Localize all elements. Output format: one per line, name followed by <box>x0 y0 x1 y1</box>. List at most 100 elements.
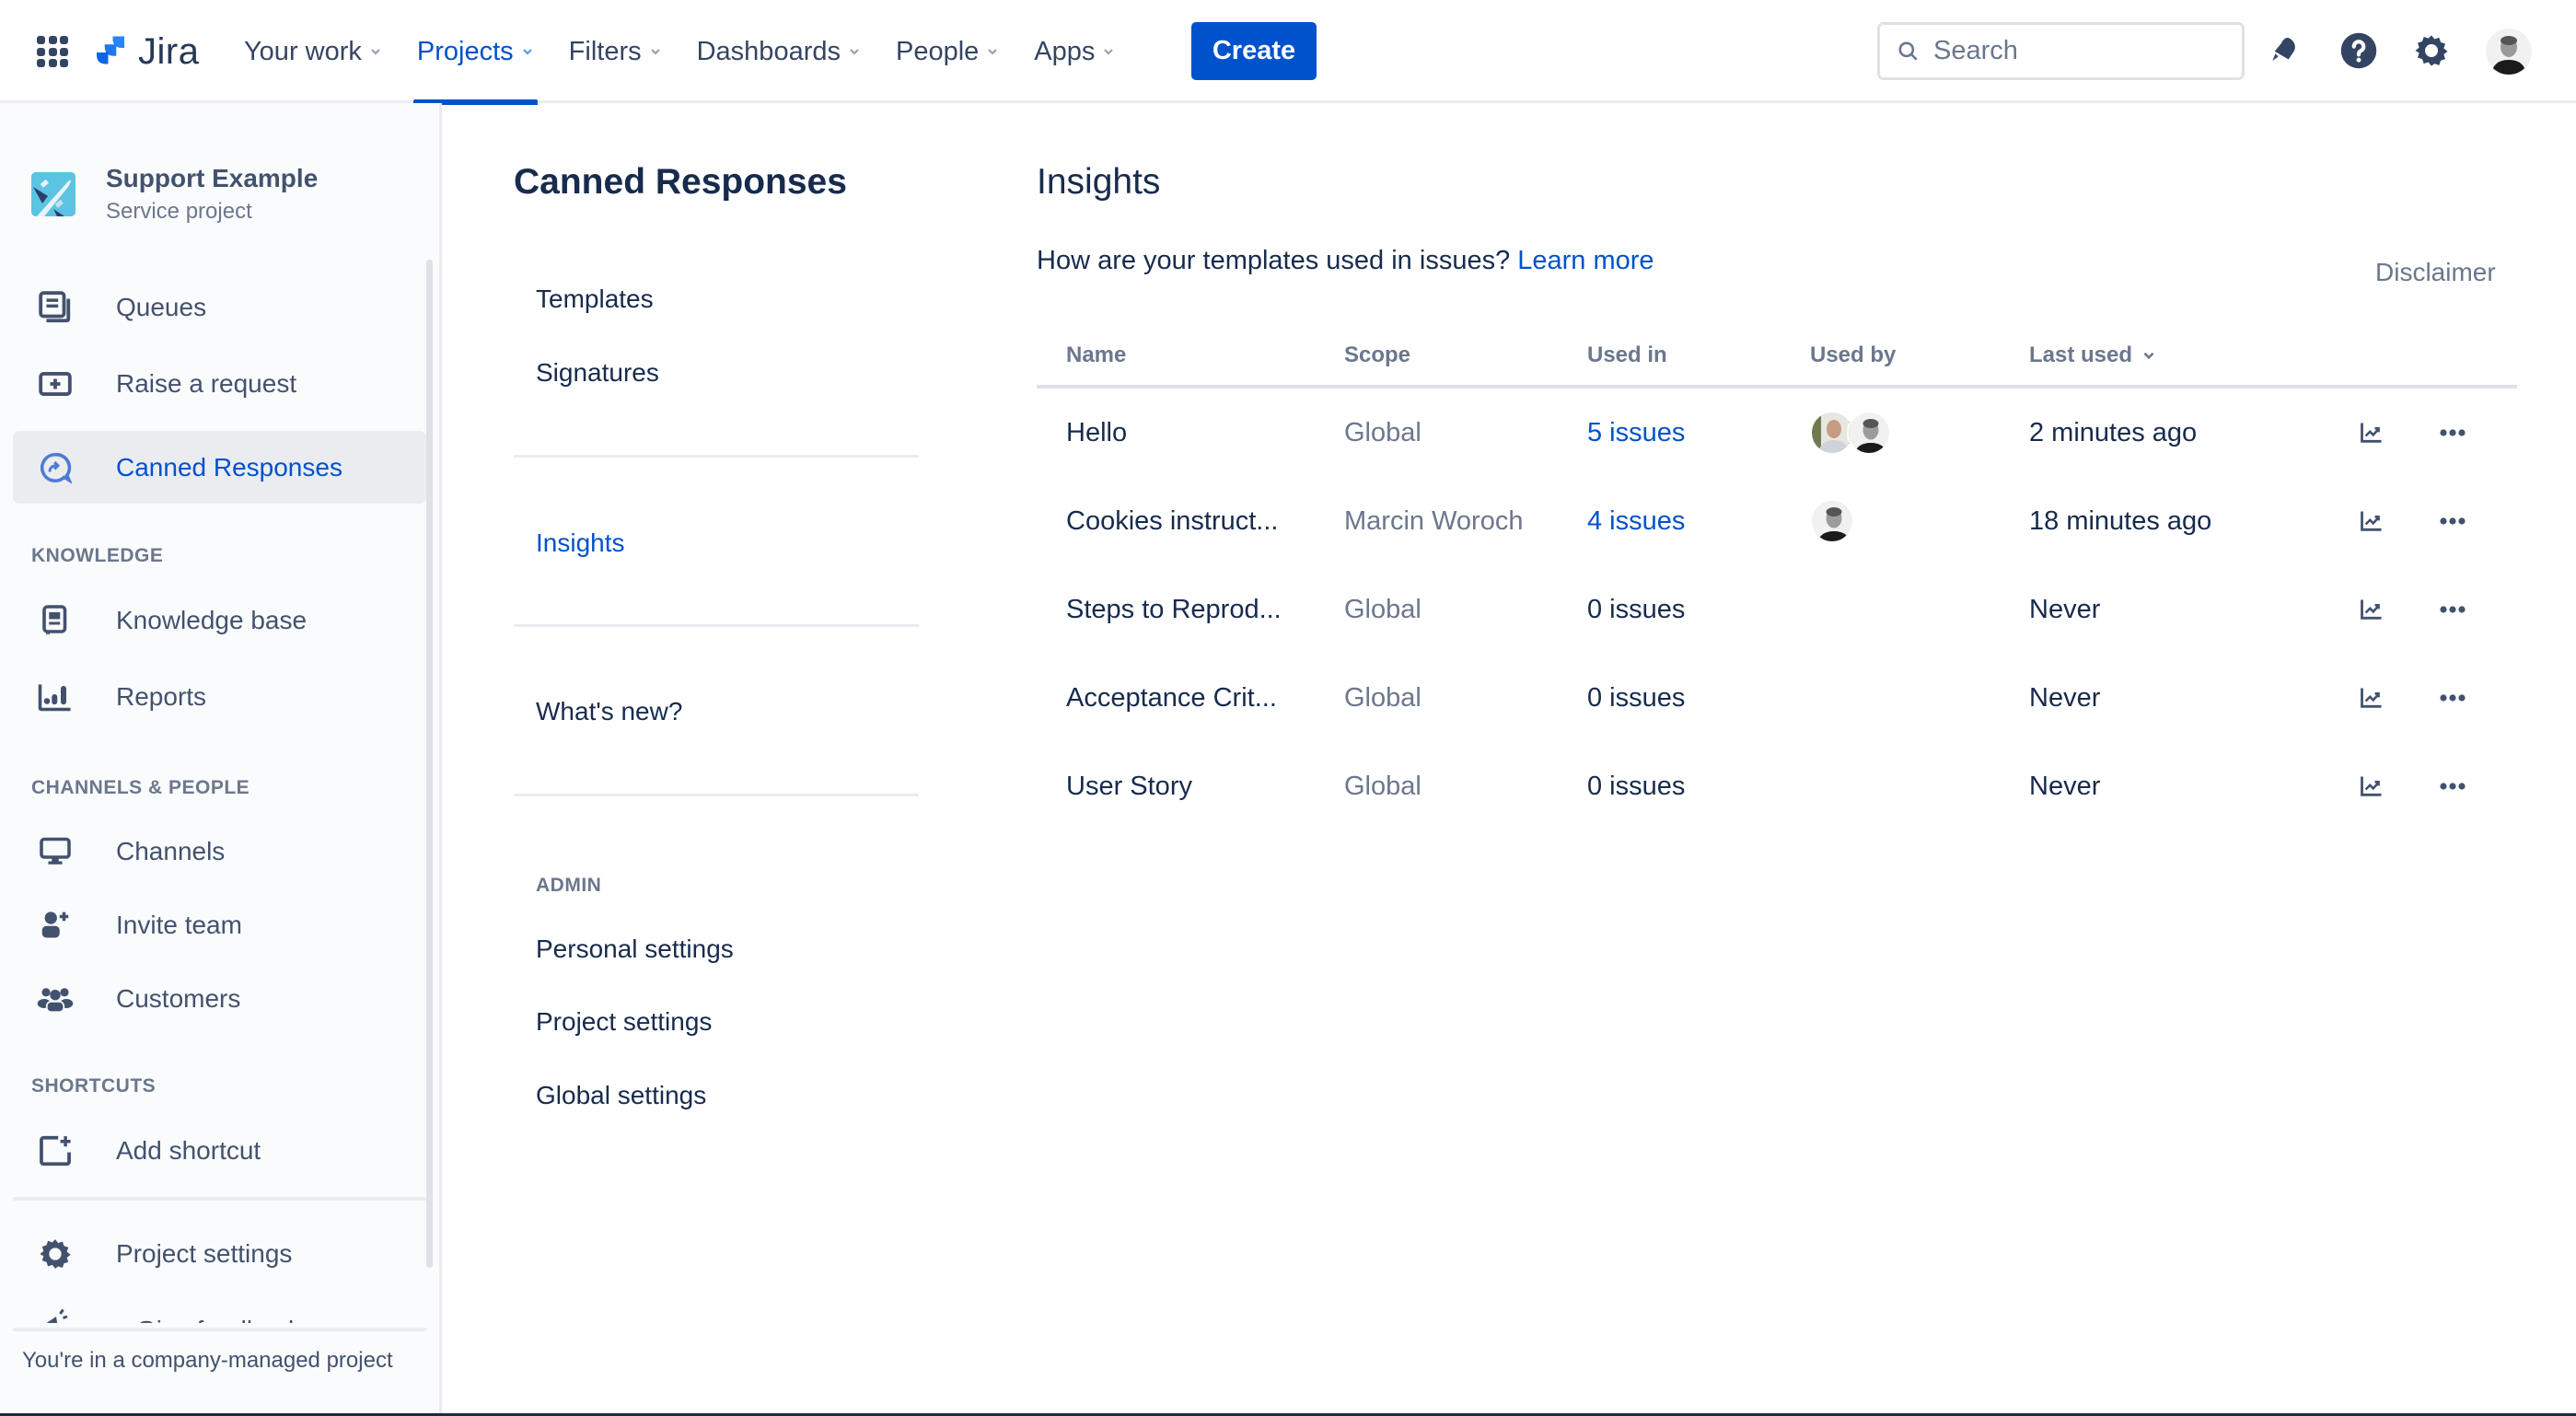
used-in-issues-link[interactable]: 4 issues <box>1587 506 1685 537</box>
disclaimer-link[interactable]: Disclaimer <box>2375 258 2496 287</box>
column-header-name[interactable]: Name <box>1066 342 1126 368</box>
sidebar-item-label: Canned Responses <box>116 452 342 482</box>
nav-label: People <box>895 36 980 66</box>
sidebar-item-raise-request[interactable]: Raise a request <box>13 347 426 420</box>
sidebar-item-channels[interactable]: Channels <box>13 815 426 888</box>
view-insights-button[interactable] <box>2353 565 2390 654</box>
jira-logo[interactable]: Jira <box>92 31 199 73</box>
column-header-label: Last used <box>2029 342 2133 367</box>
chart-trend-icon <box>2353 503 2390 540</box>
template-name[interactable]: Acceptance Crit... <box>1066 654 1277 742</box>
view-insights-button[interactable] <box>2353 477 2390 565</box>
canned-responses-icon <box>37 449 74 486</box>
column-header-used-in[interactable]: Used in <box>1587 342 1667 368</box>
sec-nav-whats-new[interactable]: What's new? <box>536 697 682 726</box>
more-horizontal-icon <box>2434 768 2471 805</box>
sec-nav-personal-settings[interactable]: Personal settings <box>536 934 734 964</box>
sec-nav-templates[interactable]: Templates <box>536 284 654 314</box>
sidebar-item-canned-responses[interactable]: Canned Responses <box>13 431 426 504</box>
more-horizontal-icon <box>2434 503 2471 540</box>
sidebar-item-project-settings[interactable]: Project settings <box>13 1217 426 1290</box>
used-in-cell: 0 issues <box>1587 654 1685 742</box>
nav-apps[interactable]: Apps <box>1034 0 1115 103</box>
sidebar-divider <box>13 1197 426 1201</box>
used-in-cell: 5 issues <box>1587 389 1685 477</box>
view-insights-button[interactable] <box>2353 654 2390 742</box>
sidebar-item-label: Give feedback <box>136 1317 301 1324</box>
nav-projects[interactable]: Projects <box>412 0 538 105</box>
user-avatar[interactable] <box>2486 29 2532 75</box>
sidebar-scrollbar[interactable] <box>426 260 433 1268</box>
sec-nav-divider <box>514 624 919 627</box>
chevron-down-icon <box>371 49 380 55</box>
table-row: User Story Global 0 issues Never <box>1037 742 2517 830</box>
template-name[interactable]: User Story <box>1066 742 1192 830</box>
canned-responses-title: Canned Responses <box>514 162 847 202</box>
template-name[interactable]: Steps to Reprod... <box>1066 565 1282 654</box>
last-used: Never <box>2029 594 2101 624</box>
more-actions-button[interactable] <box>2434 477 2471 565</box>
sec-nav-project-settings[interactable]: Project settings <box>536 1007 712 1037</box>
template-name[interactable]: Cookies instruct... <box>1066 477 1278 565</box>
template-name[interactable]: Hello <box>1066 389 1127 477</box>
used-by-cell <box>1810 389 1891 477</box>
template-scope: Global <box>1344 771 1421 801</box>
chart-trend-icon <box>2353 679 2390 716</box>
used-in-issues-link[interactable]: 5 issues <box>1587 418 1685 448</box>
project-header[interactable]: Support Example Service project <box>31 164 318 225</box>
column-header-used-by[interactable]: Used by <box>1810 342 1896 368</box>
more-horizontal-icon <box>2434 679 2471 716</box>
template-scope: Global <box>1344 417 1421 447</box>
create-button[interactable]: Create <box>1191 22 1317 80</box>
nav-your-work[interactable]: Your work <box>244 0 382 103</box>
help-button[interactable] <box>2338 29 2380 72</box>
sec-nav-signatures[interactable]: Signatures <box>536 358 659 388</box>
user-avatar[interactable] <box>1847 411 1891 455</box>
sidebar-heading-knowledge: KNOWLEDGE <box>31 545 164 566</box>
notifications-button[interactable] <box>2263 29 2305 72</box>
sec-nav-global-settings[interactable]: Global settings <box>536 1081 706 1110</box>
more-actions-button[interactable] <box>2434 742 2471 830</box>
more-actions-button[interactable] <box>2434 389 2471 477</box>
nav-label: Projects <box>416 36 514 66</box>
table-body: Hello Global 5 issues 2 minutes ago Cook… <box>1037 389 2517 830</box>
sidebar-item-customers[interactable]: Customers <box>13 962 426 1035</box>
sidebar-item-reports[interactable]: Reports <box>13 660 426 733</box>
view-insights-button[interactable] <box>2353 742 2390 830</box>
nav-dashboards[interactable]: Dashboards <box>697 0 861 103</box>
column-header-scope[interactable]: Scope <box>1344 342 1410 368</box>
reports-icon <box>37 679 74 715</box>
nav-label: Apps <box>1034 36 1096 66</box>
view-insights-button[interactable] <box>2353 389 2390 477</box>
more-actions-button[interactable] <box>2434 565 2471 654</box>
search-input[interactable] <box>1933 36 2210 66</box>
sidebar-item-knowledge-base[interactable]: Knowledge base <box>13 584 426 656</box>
column-header-last-used[interactable]: Last used <box>2029 342 2156 368</box>
avatar-group <box>1810 499 1854 543</box>
add-shortcut-icon <box>37 1132 74 1169</box>
sidebar-item-queues[interactable]: Queues <box>13 271 426 343</box>
learn-more-link[interactable]: Learn more <box>1517 246 1654 275</box>
search-box[interactable] <box>1877 22 2245 80</box>
app-switcher-icon[interactable] <box>37 36 68 67</box>
more-actions-button[interactable] <box>2434 654 2471 742</box>
sidebar-item-invite-team[interactable]: Invite team <box>13 888 426 961</box>
project-name: Support Example <box>106 164 319 192</box>
monitor-icon <box>37 833 74 870</box>
project-type-notice[interactable]: You're in a company-managed project <box>22 1348 393 1374</box>
sidebar-item-add-shortcut[interactable]: Add shortcut <box>13 1114 426 1187</box>
sidebar-item-give-feedback[interactable]: Give feedback <box>37 1306 442 1323</box>
sidebar-item-label: Project settings <box>116 1238 293 1268</box>
last-used: 2 minutes ago <box>2029 417 2198 447</box>
nav-label: Dashboards <box>696 36 841 66</box>
template-scope: Marcin Woroch <box>1344 505 1524 536</box>
project-type: Service project <box>106 199 252 224</box>
queues-icon <box>37 289 74 326</box>
sec-nav-insights[interactable]: Insights <box>536 528 625 558</box>
table-row: Steps to Reprod... Global 0 issues Never <box>1037 565 2517 654</box>
settings-button[interactable] <box>2410 29 2453 72</box>
nav-filters[interactable]: Filters <box>569 0 662 103</box>
user-avatar[interactable] <box>1810 499 1854 543</box>
nav-people[interactable]: People <box>896 0 999 103</box>
sort-descending-icon <box>2143 352 2154 360</box>
